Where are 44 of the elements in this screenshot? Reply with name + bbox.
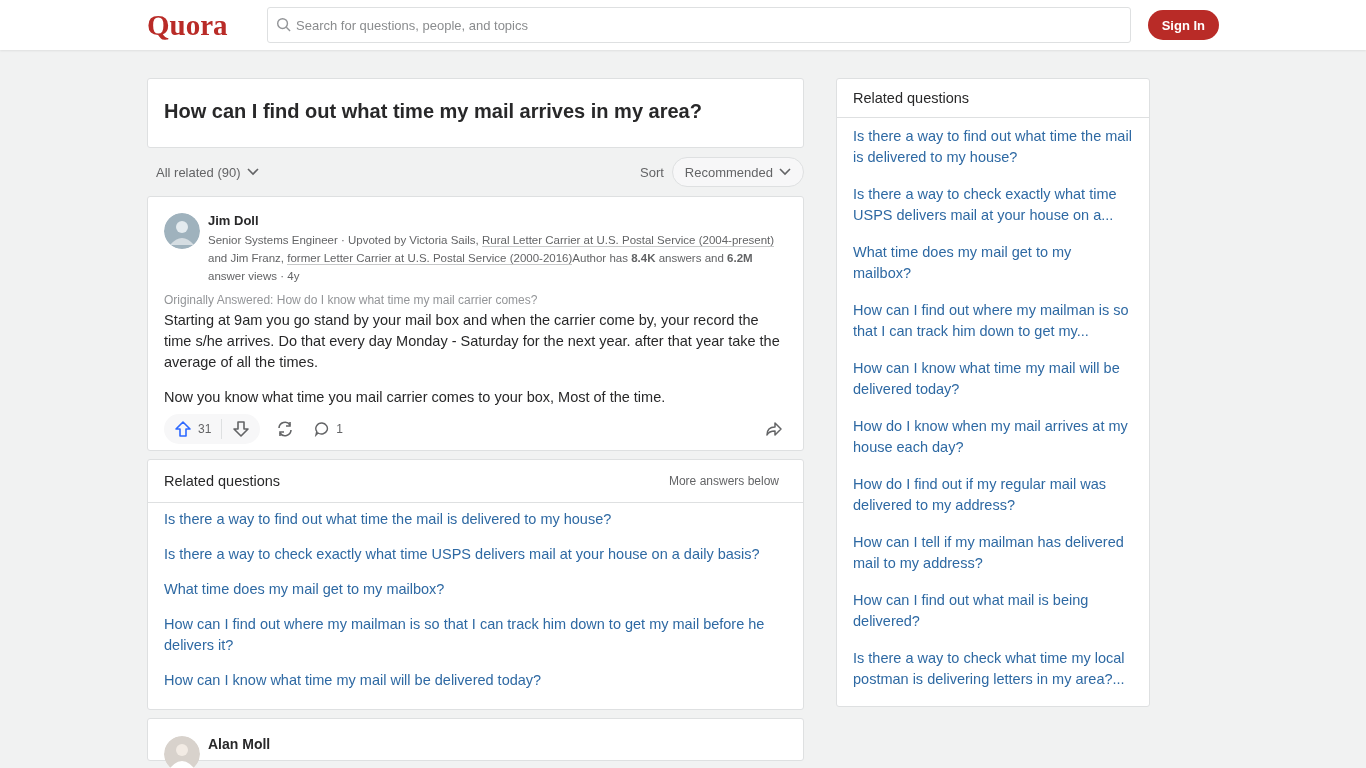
author-name[interactable]: Jim Doll	[208, 213, 787, 228]
related-question-link[interactable]: How can I find out where my mailman is so that I can track him down to get my mail before he delivers it?	[164, 614, 787, 656]
sort-label: Sort	[640, 164, 664, 180]
related-question-link[interactable]: How do I know when my mail arrives at my house each day?	[853, 416, 1133, 458]
chevron-icon	[779, 168, 791, 176]
related-question-link[interactable]: How can I know what time my mail will be delivered today?	[853, 358, 1133, 400]
section-title: Related questions	[164, 473, 281, 489]
related-question-link[interactable]: Is there a way to check exactly what time USPS delivers mail at your house on a daily basis?	[164, 544, 787, 565]
more-answers-label: More answers below	[668, 474, 779, 488]
credential-link[interactable]: former Letter Carrier at U.S. Postal Service (2000-2016)	[287, 252, 573, 265]
avatar-icon[interactable]	[164, 213, 200, 249]
related-question-link[interactable]: What time does my mail get to my mailbox?	[853, 242, 1133, 284]
share-icon	[765, 420, 783, 438]
related-question-link[interactable]: How can I know what time my mail will be delivered today?	[164, 670, 787, 691]
upvote-button[interactable]: 31	[164, 414, 222, 444]
sort-dropdown[interactable]: Recommended	[671, 157, 804, 187]
related-question-link[interactable]: Is there a way to find out what time the mail is delivered to my house?	[853, 126, 1133, 168]
search-field[interactable]: Search for questions, people, and topics	[267, 7, 1131, 43]
related-question-link[interactable]: How do I find out if my regular mail was delivered to my address?	[853, 474, 1133, 516]
logo[interactable]: Quora	[147, 8, 267, 42]
all-related-dropdown[interactable]: All related (90)	[156, 157, 259, 187]
question-title: How can I find out what time my mail arrives in my area?	[164, 99, 703, 123]
sign-in-button[interactable]: Sign In	[1147, 10, 1219, 40]
reshare-icon	[276, 420, 295, 438]
related-question-link[interactable]: How can I find out what mail is being delivered?	[853, 590, 1133, 632]
answer-paragraph: Now you know what time you mail carrier comes to your box, Most of the time.	[164, 388, 667, 407]
credential-link[interactable]: Rural Letter Carrier at U.S. Postal Service (2004-present)	[482, 234, 775, 247]
related-question-link[interactable]: Is there a way to check exactly what time USPS delivers mail at your house on a...	[853, 184, 1133, 226]
originally-answered: Originally Answered: How do I know what time my mail carrier comes?	[164, 293, 539, 307]
section-title: Related questions	[853, 90, 970, 106]
author-name[interactable]: Alan Moll	[208, 736, 271, 757]
related-question-link[interactable]: Is there a way to find out what time the mail is delivered to my house?	[164, 509, 787, 530]
chevron-icon	[246, 168, 259, 176]
comment-button[interactable]: 1	[310, 414, 348, 444]
related-question-link[interactable]: How can I tell if my mailman has delivered mail to my address?	[853, 532, 1133, 574]
related-question-link[interactable]: What time does my mail get to my mailbox?	[164, 579, 787, 600]
related-question-link[interactable]: How can I find out where my mailman is so that I can track him down to get my...	[853, 300, 1133, 342]
related-question-link[interactable]: Is there a way to check what time my local postman is delivering letters in my area?...	[853, 648, 1133, 690]
search-icon	[276, 17, 291, 32]
answer-paragraph: Starting at 9am you go stand by your mail box and when the carrier come by, your record the time s/he arrives. Do that every day Monday - Saturday for the next year. after that year take the average of all the times.	[164, 311, 781, 372]
upvote-icon	[174, 420, 192, 438]
author-credentials: Senior Systems Engineer · Upvoted by Victoria Sails, Rural Letter Carrier at U.S. Postal Service (2004-present) and Jim Franz, former Letter Carrier at U.S. Postal Service (2000-2016)Author has 8.4K answers and 6.2M answer views · 4y	[208, 233, 776, 284]
comment-icon	[314, 421, 331, 437]
downvote-icon	[232, 420, 251, 438]
